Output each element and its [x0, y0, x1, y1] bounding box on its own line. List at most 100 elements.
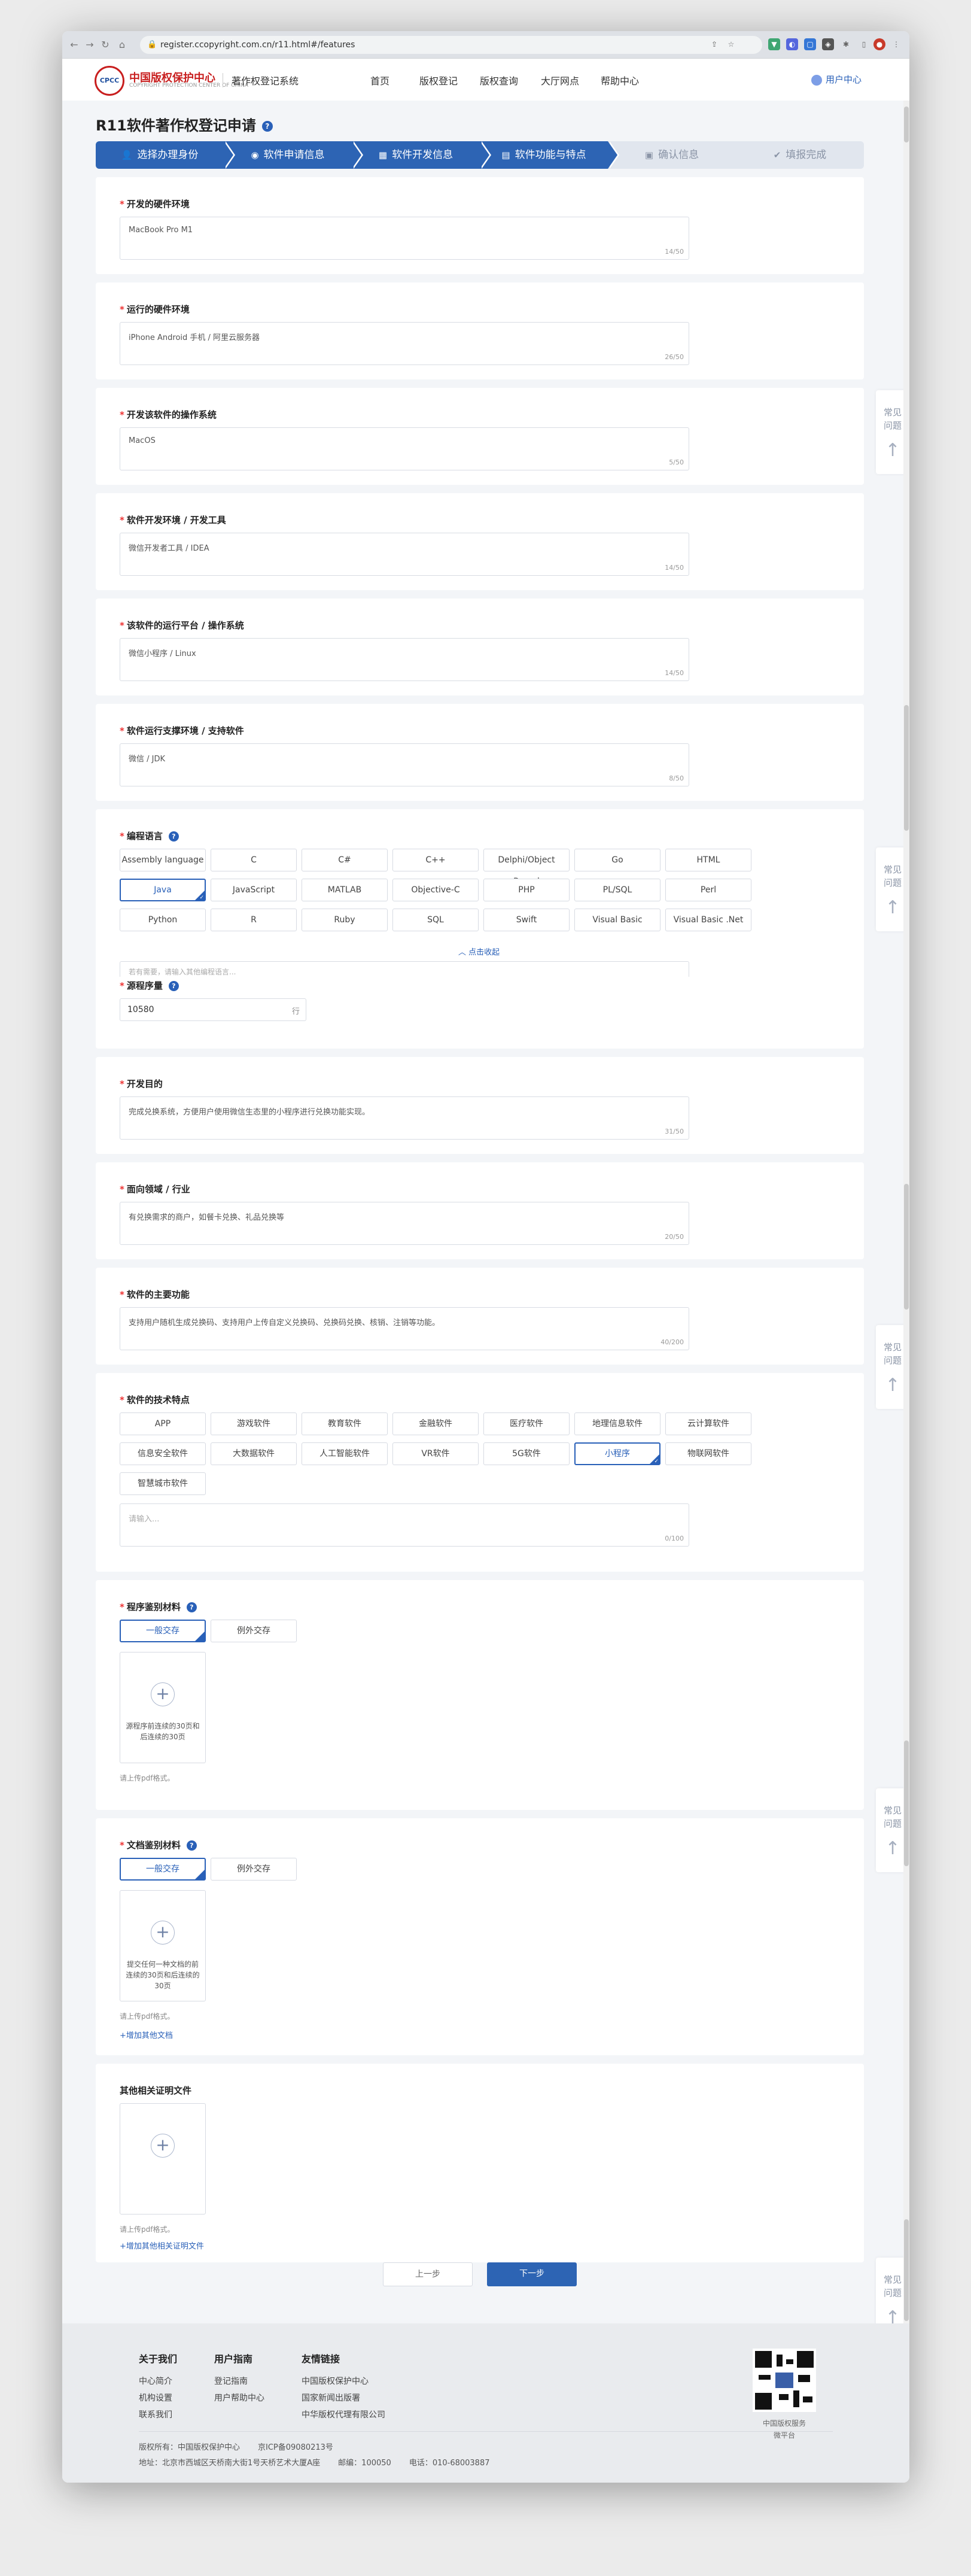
- step-development-info[interactable]: ▦ 软件开发信息: [352, 141, 491, 169]
- extension-icon[interactable]: ◐: [786, 38, 798, 50]
- lang-chip[interactable]: HTML: [665, 849, 751, 871]
- lang-chip[interactable]: Visual Basic: [574, 909, 660, 931]
- tech-chip[interactable]: 人工智能软件: [302, 1442, 388, 1465]
- tab-exception-deposit[interactable]: 例外交存: [211, 1620, 297, 1642]
- lang-chip[interactable]: C#: [302, 849, 388, 871]
- support-software-input[interactable]: 微信 / JDK 8/50: [120, 743, 689, 786]
- nav-halls[interactable]: 大厅网点: [541, 73, 579, 87]
- step-identity[interactable]: 👤 选择办理身份: [96, 141, 235, 169]
- footer-link[interactable]: 国家新闻出版署: [302, 2392, 360, 2404]
- prev-button[interactable]: 上一步: [383, 2262, 473, 2286]
- help-icon[interactable]: ?: [168, 831, 179, 842]
- user-center-link[interactable]: 用户中心: [811, 73, 862, 86]
- run-platform-input[interactable]: 微信小程序 / Linux 14/50: [120, 638, 689, 681]
- forward-icon[interactable]: →: [84, 39, 96, 50]
- footer-link[interactable]: 中国版权保护中心: [302, 2375, 369, 2387]
- lang-chip[interactable]: Perl: [665, 879, 751, 901]
- footer-link[interactable]: 登记指南: [214, 2375, 248, 2387]
- lang-chip[interactable]: Delphi/Object Pascal: [483, 849, 570, 886]
- source-lines-input[interactable]: 10580 行: [120, 998, 306, 1021]
- profile-avatar[interactable]: ●: [873, 38, 885, 50]
- lang-chip[interactable]: PHP: [483, 879, 570, 901]
- tab-general-deposit[interactable]: 一般交存: [120, 1620, 206, 1642]
- lang-chip[interactable]: SQL: [392, 909, 479, 931]
- footer-link[interactable]: 中华版权代理有限公司: [302, 2408, 385, 2420]
- step-features[interactable]: ▤ 软件功能与特点: [480, 141, 619, 169]
- lang-chip[interactable]: JavaScript: [211, 879, 297, 901]
- other-upload-box[interactable]: +: [120, 2103, 206, 2214]
- logo-emblem[interactable]: CPCC: [95, 66, 124, 96]
- collapse-toggle[interactable]: ︿ 点击收起: [458, 946, 500, 957]
- nav-query[interactable]: 版权查询: [480, 73, 518, 87]
- dev-os-input[interactable]: MacOS 5/50: [120, 427, 689, 470]
- tech-chip[interactable]: 5G软件: [483, 1442, 570, 1465]
- extension-icon[interactable]: ▼: [768, 38, 780, 50]
- tab-general-deposit[interactable]: 一般交存: [120, 1858, 206, 1881]
- dev-hardware-input[interactable]: MacBook Pro M1 14/50: [120, 217, 689, 260]
- program-upload-box[interactable]: + 源程序前连续的30页和后连续的30页: [120, 1652, 206, 1763]
- address-bar[interactable]: 🔒 register.ccopyright.com.cn/r11.html#/fe…: [140, 36, 762, 54]
- lang-chip-selected[interactable]: Java ✓: [120, 879, 206, 901]
- lang-chip[interactable]: R: [211, 909, 297, 931]
- dev-tools-input[interactable]: 微信开发者工具 / IDEA 14/50: [120, 533, 689, 576]
- lang-chip[interactable]: C: [211, 849, 297, 871]
- tech-chip[interactable]: 大数据软件: [211, 1442, 297, 1465]
- footer-link[interactable]: 用户帮助中心: [214, 2392, 264, 2404]
- lang-chip[interactable]: Assembly language: [120, 849, 206, 871]
- next-button[interactable]: 下一步: [487, 2262, 577, 2286]
- help-icon[interactable]: ?: [186, 1840, 197, 1851]
- tech-chip[interactable]: APP: [120, 1412, 206, 1435]
- lang-chip[interactable]: Objective-C: [392, 879, 479, 901]
- domain-input[interactable]: 有兑换需求的商户，如餐卡兑换、礼品兑换等 20/50: [120, 1202, 689, 1245]
- home-icon[interactable]: ⌂: [116, 39, 128, 50]
- document-upload-box[interactable]: + 提交任何一种文档的前连续的30页和后连续的30页: [120, 1890, 206, 2001]
- share-icon[interactable]: ⇪: [708, 38, 720, 50]
- tech-chip[interactable]: 教育软件: [302, 1412, 388, 1435]
- run-hardware-input[interactable]: iPhone Android 手机 / 阿里云服务器 26/50: [120, 322, 689, 365]
- footer-link[interactable]: 联系我们: [139, 2408, 172, 2420]
- purpose-input[interactable]: 完成兑换系统，方便用户使用微信生态里的小程序进行兑换功能实现。 31/50: [120, 1096, 689, 1140]
- step-complete[interactable]: ✔ 填报完成: [736, 141, 864, 169]
- step-application-info[interactable]: ◉ 软件申请信息: [224, 141, 363, 169]
- tab-exception-deposit[interactable]: 例外交存: [211, 1858, 297, 1881]
- tech-chip-selected[interactable]: 小程序 ✓: [574, 1442, 660, 1465]
- help-icon[interactable]: ?: [186, 1602, 197, 1612]
- extension-icon[interactable]: ◈: [822, 38, 834, 50]
- nav-register[interactable]: 版权登记: [419, 73, 458, 87]
- lang-chip[interactable]: Visual Basic .Net: [665, 909, 751, 931]
- extension-icon[interactable]: ▢: [804, 38, 816, 50]
- tech-chip[interactable]: 医疗软件: [483, 1412, 570, 1435]
- tech-chip[interactable]: 金融软件: [392, 1412, 479, 1435]
- lang-chip[interactable]: MATLAB: [302, 879, 388, 901]
- tech-chip[interactable]: 地理信息软件: [574, 1412, 660, 1435]
- puzzle-icon[interactable]: ✱: [840, 38, 852, 50]
- star-icon[interactable]: ☆: [725, 38, 737, 50]
- add-other-document-link[interactable]: +增加其他文档: [120, 2029, 173, 2040]
- footer-link[interactable]: 中心简介: [139, 2375, 172, 2387]
- nav-home[interactable]: 首页: [370, 73, 389, 87]
- lang-chip[interactable]: Ruby: [302, 909, 388, 931]
- other-language-input[interactable]: 若有需要，请输入其他编程语言...: [120, 961, 689, 977]
- footer-link[interactable]: 机构设置: [139, 2392, 172, 2404]
- scrollbar[interactable]: [903, 101, 909, 2323]
- lang-chip[interactable]: Swift: [483, 909, 570, 931]
- tech-chip[interactable]: VR软件: [392, 1442, 479, 1465]
- tech-chip[interactable]: 信息安全软件: [120, 1442, 206, 1465]
- tech-chip[interactable]: 智慧城市软件: [120, 1472, 206, 1495]
- reload-icon[interactable]: ↻: [99, 39, 111, 50]
- tech-chip[interactable]: 物联网软件: [665, 1442, 751, 1465]
- sidebar-icon[interactable]: ▯: [858, 38, 870, 50]
- menu-icon[interactable]: ⋮: [890, 38, 902, 50]
- add-other-certificate-link[interactable]: +增加其他相关证明文件: [120, 2240, 204, 2251]
- lang-chip[interactable]: C++: [392, 849, 479, 871]
- lang-chip[interactable]: Go: [574, 849, 660, 871]
- tech-other-input[interactable]: 请输入... 0/100: [120, 1503, 689, 1547]
- help-icon[interactable]: ?: [168, 981, 179, 991]
- step-confirm[interactable]: ▣ 确认信息: [608, 141, 736, 169]
- lang-chip[interactable]: Python: [120, 909, 206, 931]
- tech-chip[interactable]: 游戏软件: [211, 1412, 297, 1435]
- tech-chip[interactable]: 云计算软件: [665, 1412, 751, 1435]
- main-function-input[interactable]: 支持用户随机生成兑换码、支持用户上传自定义兑换码、兑换码兑换、核销、注销等功能。…: [120, 1307, 689, 1350]
- back-icon[interactable]: ←: [68, 39, 80, 50]
- help-icon[interactable]: ?: [261, 121, 273, 132]
